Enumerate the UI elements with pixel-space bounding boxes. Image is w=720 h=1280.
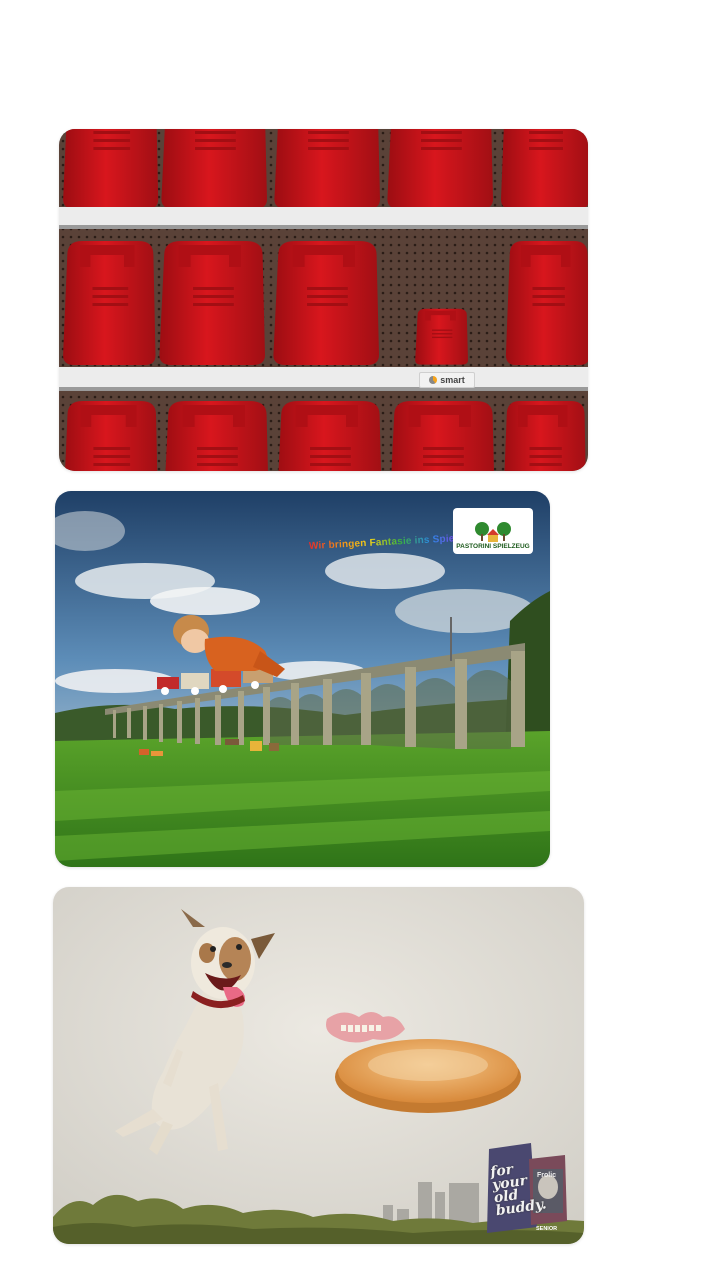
smart-ad-image — [59, 129, 588, 471]
frolic-pack-brand: Frolic — [537, 1172, 557, 1179]
frolic-pack-title: for your old buddy. — [489, 1161, 548, 1220]
pastorini-logo: PASTORINI SPIELZEUG — [453, 508, 533, 554]
smart-logo: smart — [419, 372, 475, 388]
smart-logo-icon — [429, 376, 438, 384]
pastorini-brand-label: PASTORINI SPIELZEUG — [456, 543, 530, 550]
pastorini-ad-card[interactable]: Wir bringen Fantasie ins Spiel. PASTORIN… — [55, 491, 550, 867]
tree-house-icon — [475, 522, 511, 542]
smart-brand-label: smart — [440, 375, 465, 385]
frolic-ad-card[interactable]: for your old buddy. Frolic SENIOR — [53, 887, 584, 1244]
frolic-pack-variant: SENIOR — [536, 1226, 558, 1232]
smart-ad-card[interactable]: smart — [59, 129, 588, 471]
